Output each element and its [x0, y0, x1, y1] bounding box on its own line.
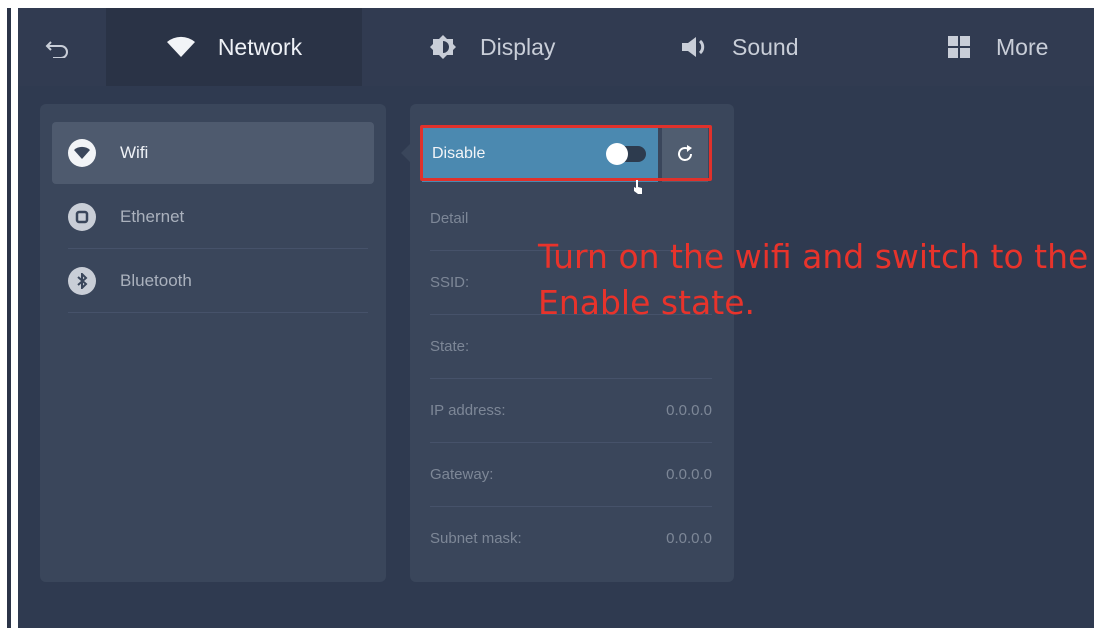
settings-screen: Network Display Sound More Wifi Ethernet…: [18, 8, 1094, 628]
wifi-switch[interactable]: [606, 143, 646, 165]
tab-more-label: More: [996, 33, 1049, 60]
tab-sound[interactable]: Sound: [680, 8, 830, 86]
grid-icon: [944, 34, 974, 60]
wifi-toggle-row[interactable]: Disable: [422, 126, 658, 182]
detail-label: IP address:: [430, 401, 506, 419]
menu-item-label: Bluetooth: [120, 271, 192, 290]
refresh-icon: [678, 145, 692, 161]
detail-label: State:: [430, 337, 470, 355]
detail-row-subnet-mask: Subnet mask: 0.0.0.0: [430, 506, 712, 570]
switch-knob: [606, 143, 628, 165]
back-button[interactable]: [38, 32, 78, 64]
tab-sound-label: Sound: [732, 33, 799, 60]
detail-label: Gateway:: [430, 465, 494, 483]
window-edge: [7, 8, 11, 628]
tab-network[interactable]: Network: [106, 8, 362, 86]
ethernet-icon: [68, 203, 96, 231]
tab-display-label: Display: [480, 33, 556, 60]
menu-item-wifi[interactable]: Wifi: [52, 122, 374, 184]
detail-value: 0.0.0.0: [666, 465, 712, 483]
menu-item-label: Wifi: [120, 143, 149, 162]
detail-label: Subnet mask:: [430, 529, 522, 547]
tab-network-label: Network: [217, 33, 303, 60]
menu-item-label: Ethernet: [120, 207, 185, 226]
network-menu: Wifi Ethernet Bluetooth: [40, 104, 386, 582]
tab-more[interactable]: More: [944, 8, 1094, 86]
detail-header: Detail: [430, 209, 469, 227]
wifi-toggle-label: Disable: [432, 145, 486, 162]
detail-row-ip-address: IP address: 0.0.0.0: [430, 378, 712, 442]
wifi-detail-panel: Disable Detail SSID: State: IP address: …: [401, 104, 734, 582]
menu-item-bluetooth[interactable]: Bluetooth: [52, 250, 374, 312]
instruction-annotation: Turn on the wifi and switch to the Enabl…: [538, 237, 1089, 322]
tab-display[interactable]: Display: [428, 8, 578, 86]
wifi-icon: [166, 34, 196, 60]
brightness-icon: [428, 34, 458, 60]
speaker-icon: [680, 34, 710, 60]
detail-label: SSID:: [430, 273, 470, 291]
menu-divider: [68, 248, 368, 249]
detail-row-gateway: Gateway: 0.0.0.0: [430, 442, 712, 506]
back-arrow-icon: [45, 41, 68, 58]
panel-pointer: [401, 144, 410, 162]
refresh-button[interactable]: [662, 126, 708, 182]
menu-divider: [68, 312, 368, 313]
top-navigation: Network Display Sound More: [18, 8, 1094, 86]
wifi-icon: [68, 139, 96, 167]
menu-item-ethernet[interactable]: Ethernet: [52, 186, 374, 248]
bluetooth-icon: [68, 267, 96, 295]
detail-value: 0.0.0.0: [666, 529, 712, 547]
detail-value: 0.0.0.0: [666, 401, 712, 419]
